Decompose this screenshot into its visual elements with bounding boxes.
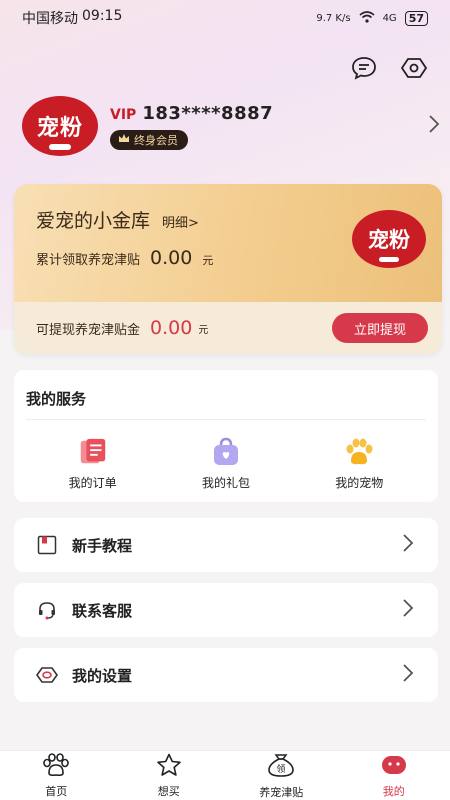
- nav-want-buy-label: 想买: [157, 784, 180, 798]
- carrier-label: 中国移动: [22, 11, 78, 27]
- wallet-card: 爱宠的小金库 明细> 累计领取养宠津贴 0.00 元 宠粉 可提现养宠津贴金 0…: [14, 184, 442, 354]
- crown-icon: [118, 133, 130, 146]
- nav-mine-label: 我的: [382, 784, 405, 798]
- service-gift-bag-label: 我的礼包: [201, 476, 250, 490]
- profile-face-icon: [379, 753, 409, 781]
- nav-home[interactable]: 首页: [0, 751, 113, 800]
- profile-header[interactable]: 宠粉 VIP 183****8887 终身会员: [22, 96, 450, 156]
- money-bag-icon: 领: [266, 752, 296, 782]
- nav-allowance[interactable]: 领 养宠津贴: [225, 751, 338, 800]
- member-badge-label: 终身会员: [134, 133, 178, 147]
- tutorial-icon: [36, 534, 58, 556]
- avatar-logo-text: 宠粉: [36, 115, 83, 141]
- chevron-right-icon: [402, 533, 414, 557]
- service-orders-label: 我的订单: [68, 476, 117, 490]
- nav-home-label: 首页: [45, 784, 68, 798]
- menu-row-customer-service-label: 联系客服: [72, 601, 133, 620]
- withdraw-button[interactable]: 立即提现: [332, 313, 428, 343]
- menu-row-customer-service[interactable]: 联系客服: [14, 583, 438, 637]
- gift-bag-icon: [210, 436, 242, 468]
- member-badge: 终身会员: [110, 129, 188, 150]
- svg-text:领: 领: [277, 763, 286, 775]
- wifi-icon: [359, 10, 375, 26]
- message-icon[interactable]: [350, 54, 378, 82]
- avatar: 宠粉: [22, 96, 98, 156]
- withdrawable-label: 可提现养宠津贴金: [36, 322, 141, 338]
- service-pets[interactable]: 我的宠物: [304, 436, 414, 491]
- services-title: 我的服务: [26, 388, 426, 420]
- withdrawable-value: 0.00: [150, 317, 193, 339]
- paw-home-icon: [41, 752, 71, 781]
- battery-indicator: 57: [404, 10, 428, 26]
- total-allowance-value: 0.00: [150, 247, 193, 269]
- nav-allowance-label: 养宠津贴: [259, 785, 304, 799]
- status-bar: 中国移动 09:15 9.7 K/s 4G 57: [0, 0, 450, 36]
- net-speed: 9.7 K/s: [316, 12, 351, 24]
- menu-row-tutorial-label: 新手教程: [72, 536, 133, 555]
- settings-gear-icon[interactable]: [400, 54, 428, 82]
- chevron-right-icon: [402, 663, 414, 687]
- signal-label: 4G: [382, 12, 397, 24]
- service-gift-bag[interactable]: 我的礼包: [171, 436, 281, 491]
- wallet-logo-text: 宠粉: [368, 227, 410, 252]
- nav-mine[interactable]: 我的: [338, 751, 450, 800]
- withdrawable-unit: 元: [198, 324, 209, 336]
- menu-row-settings[interactable]: 我的设置: [14, 648, 438, 702]
- wallet-title: 爱宠的小金库: [36, 210, 151, 232]
- nav-want-buy[interactable]: 想买: [113, 751, 226, 800]
- total-allowance-unit: 元: [202, 254, 214, 267]
- chevron-right-icon[interactable]: [428, 114, 440, 138]
- vip-label: VIP: [110, 106, 137, 123]
- orders-icon: [77, 436, 109, 468]
- phone-number: 183****8887: [142, 102, 274, 124]
- wallet-detail-link[interactable]: 明细>: [162, 212, 199, 231]
- headset-icon: [36, 599, 58, 621]
- service-orders[interactable]: 我的订单: [38, 436, 148, 491]
- menu-row-settings-label: 我的设置: [72, 666, 133, 685]
- paw-icon: [343, 436, 375, 468]
- wallet-logo: 宠粉: [352, 210, 426, 268]
- my-services-panel: 我的服务 我的订单 我的礼包 我的宠物: [14, 370, 438, 502]
- chevron-right-icon: [402, 598, 414, 622]
- clock: 09:15: [82, 8, 123, 24]
- star-icon: [155, 753, 183, 781]
- total-allowance-label: 累计领取养宠津贴: [36, 253, 141, 268]
- menu-row-tutorial[interactable]: 新手教程: [14, 518, 438, 572]
- settings-icon: [36, 664, 58, 686]
- service-pets-label: 我的宠物: [335, 476, 384, 490]
- bottom-navigation: 首页 想买 领 养宠津贴 我的: [0, 750, 450, 800]
